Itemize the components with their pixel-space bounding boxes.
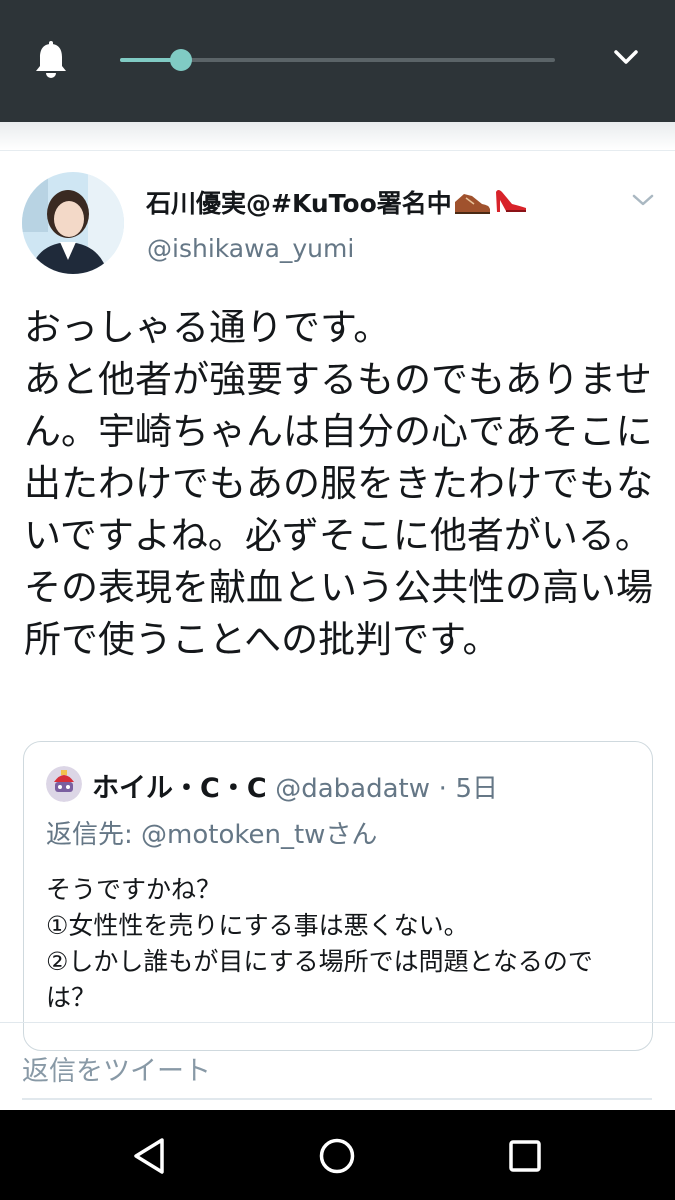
quoted-text: そうですかね？ ①女性性を売りにする事は悪くない。 ②しかし誰もが目にする場所で… <box>46 875 593 1012</box>
high-heel-icon <box>492 186 528 222</box>
shade-shadow <box>0 122 675 150</box>
divider <box>0 150 675 151</box>
brightness-slider-thumb[interactable] <box>169 49 192 71</box>
display-name-text: 石川優実@#KuToo署名中 <box>146 189 452 218</box>
quoted-display-name[interactable]: ホイル・C・C <box>92 773 267 804</box>
handle[interactable]: @ishikawa_yumi <box>147 234 354 263</box>
notification-shade <box>0 0 675 122</box>
bell-icon[interactable] <box>32 40 70 80</box>
mans-shoe-icon <box>452 188 492 222</box>
quoted-separator: · <box>438 774 447 804</box>
tweet-text: おっしゃる通りです。 あと他者が強要するものでもありません。宇崎ちゃんは自分の心… <box>24 306 653 661</box>
chevron-down-icon[interactable] <box>610 44 642 72</box>
quoted-handle[interactable]: @dabadatw <box>275 774 430 804</box>
home-circle-icon[interactable] <box>315 1134 359 1178</box>
quoted-header: ホイル・C・C @dabadatw · 5日 <box>92 766 498 805</box>
display-name[interactable]: 石川優実@#KuToo署名中 <box>146 184 528 222</box>
recents-square-icon[interactable] <box>503 1134 547 1178</box>
reply-input[interactable] <box>22 1044 652 1100</box>
brightness-slider[interactable] <box>120 49 555 71</box>
divider <box>0 1022 675 1023</box>
quoted-reply-to[interactable]: 返信先: @motoken_twさん <box>46 814 377 851</box>
chevron-down-icon[interactable] <box>631 192 655 208</box>
system-nav-bar <box>0 1110 675 1200</box>
quoted-time: 5日 <box>455 774 499 804</box>
avatar[interactable] <box>22 172 124 274</box>
quoted-avatar[interactable] <box>46 766 82 802</box>
quoted-tweet[interactable]: ホイル・C・C @dabadatw · 5日 返信先: @motoken_twさ… <box>23 741 653 1051</box>
back-triangle-icon[interactable] <box>128 1134 172 1178</box>
